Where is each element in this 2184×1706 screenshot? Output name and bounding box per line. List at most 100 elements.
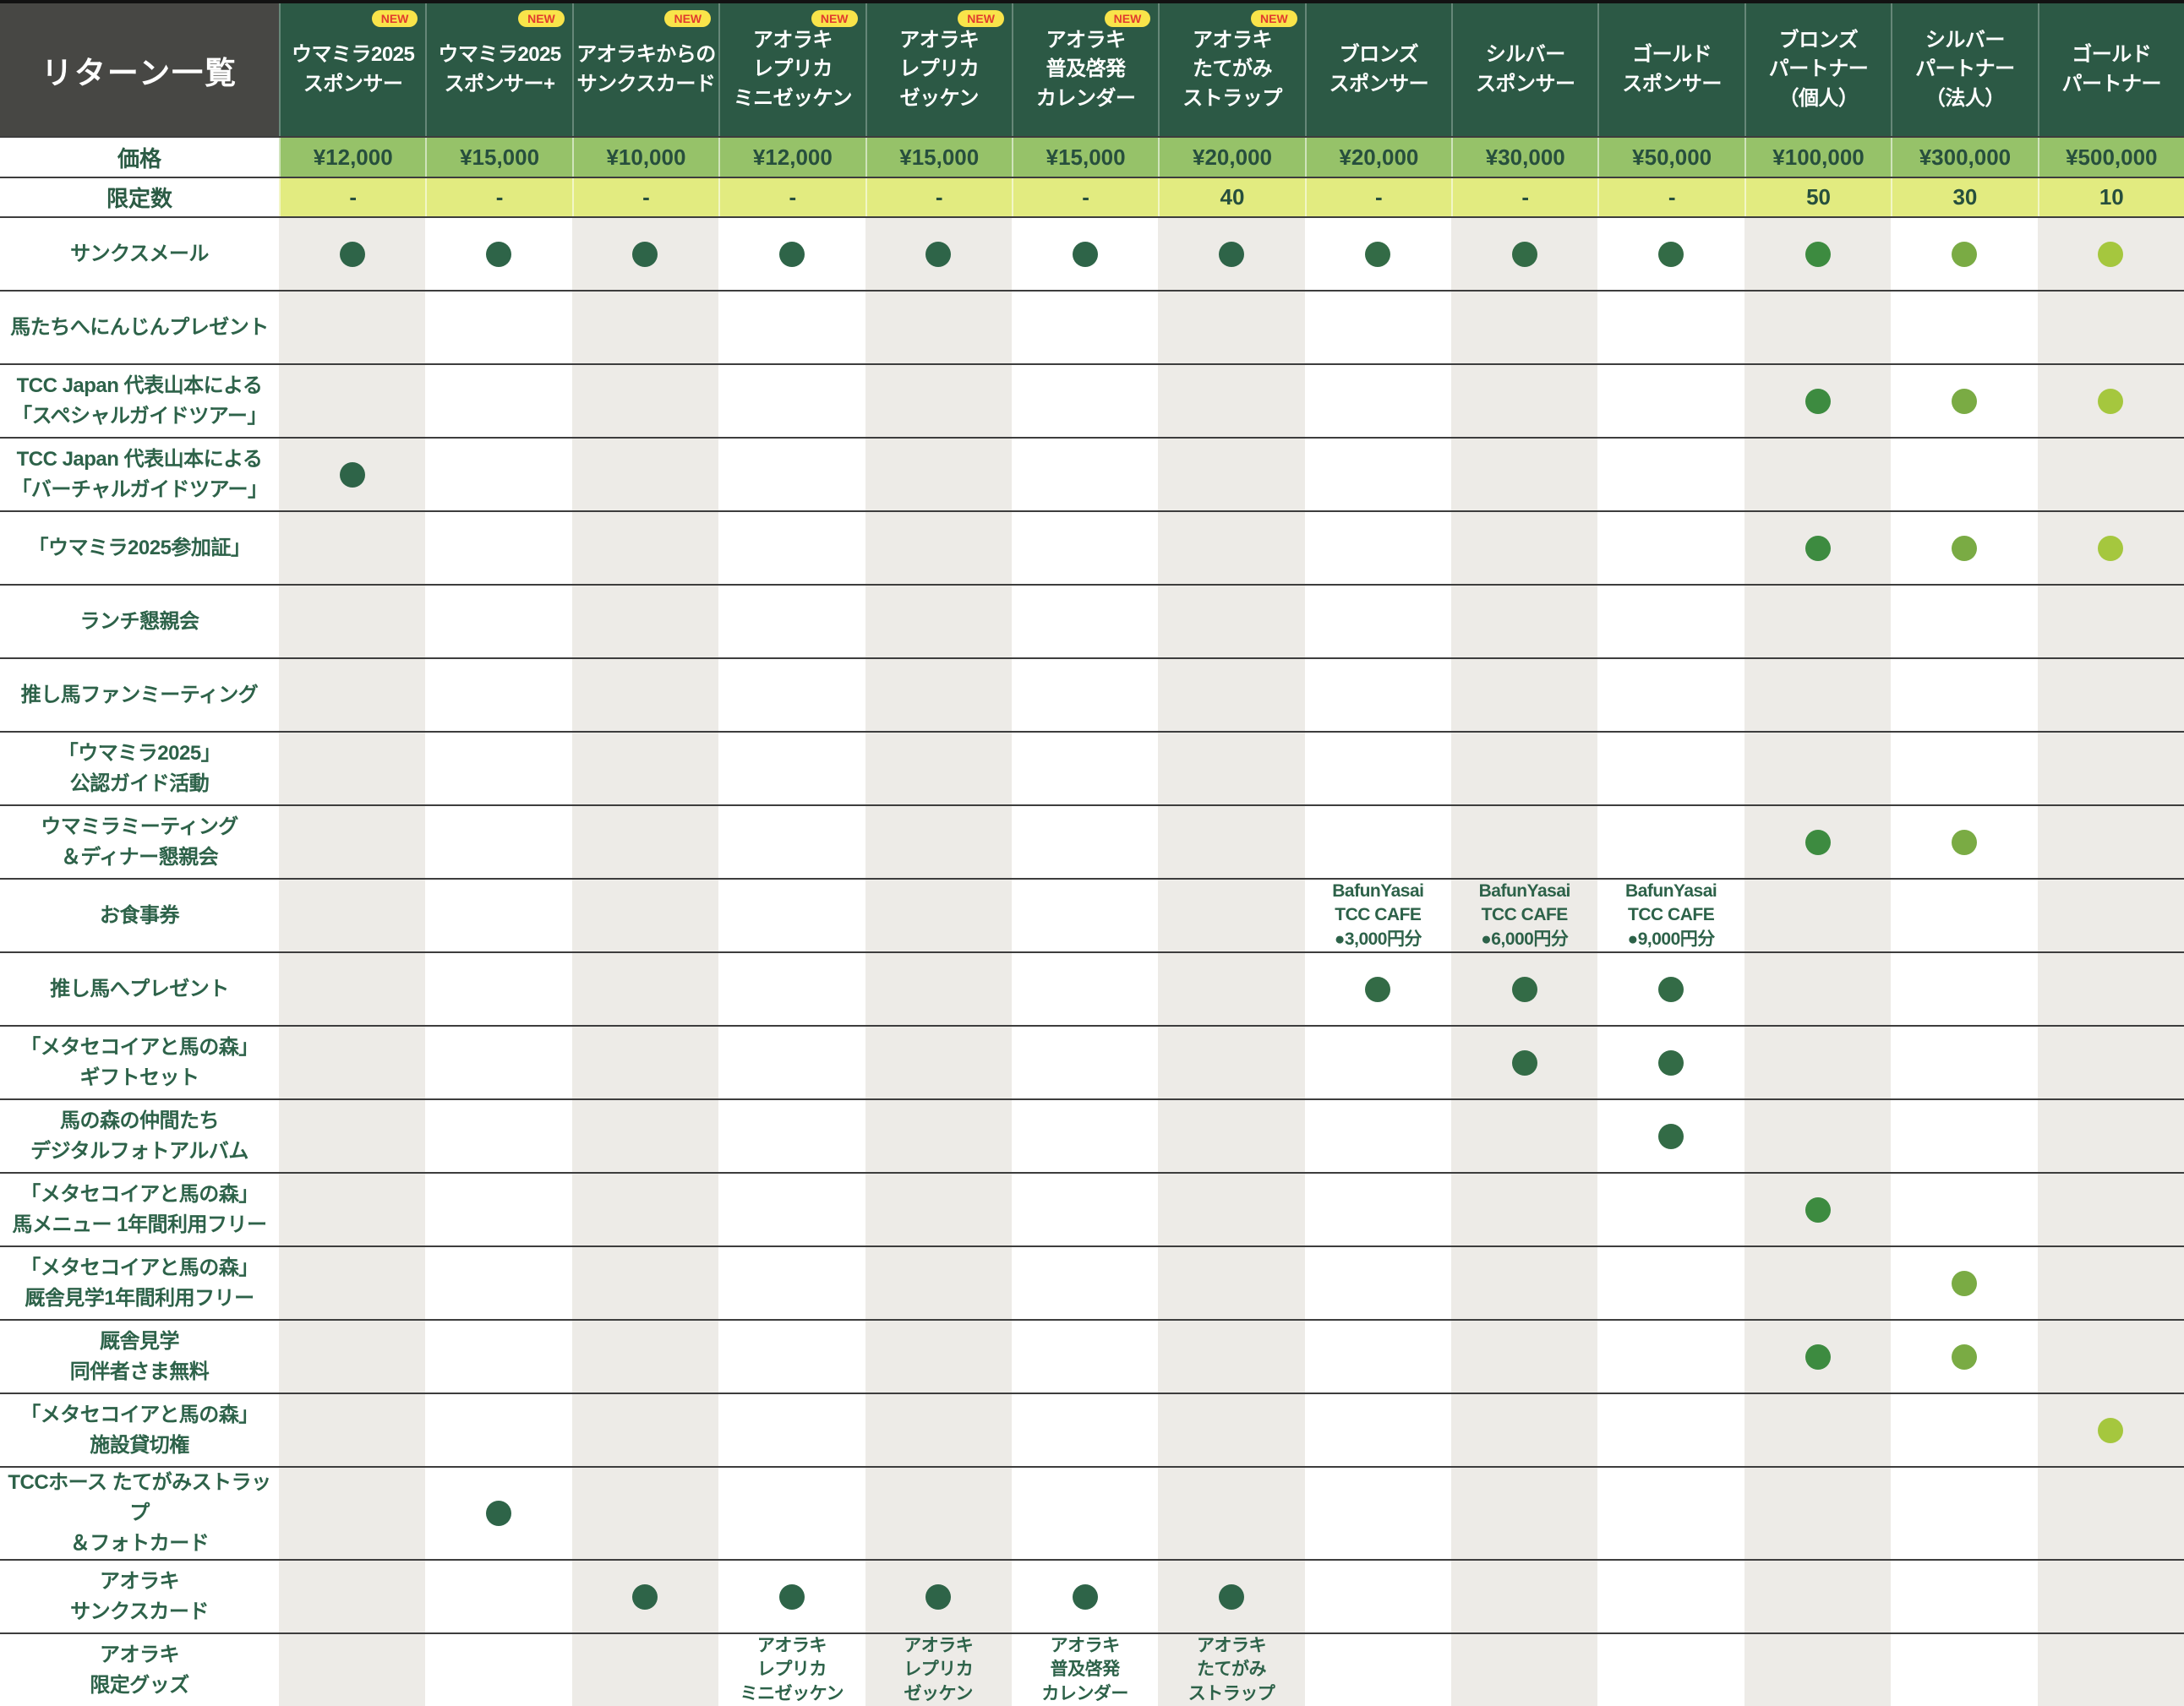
table-cell [425,1247,571,1319]
included-dot [1805,830,1831,855]
cell-text: アオラキ 普及啓発 カレンダー [1041,1634,1128,1706]
table-cell [1597,1174,1744,1245]
table-cell [1597,806,1744,878]
table-cell [2038,1561,2184,1632]
table-cell [2038,1394,2184,1466]
table-row: 推し馬へプレゼント [0,951,2184,1025]
included-dot [779,242,805,267]
table-cell [1891,292,2037,363]
table-cell [865,659,1012,731]
table-cell [572,1634,718,1706]
table-cell [865,1174,1012,1245]
table-cell [865,733,1012,804]
included-dot [1365,242,1390,267]
table-cell [1451,586,1597,657]
table-cell [2038,953,2184,1025]
table-cell [572,806,718,878]
included-dot [1365,977,1390,1002]
table-cell [279,1561,425,1632]
table-cell [865,1027,1012,1098]
table-row: ウマミラミーティング ＆ディナー懇親会 [0,804,2184,878]
table-cell [718,1247,865,1319]
table-cell [279,1394,425,1466]
column-header-label: ブロンズ スポンサー [1330,41,1429,98]
included-dot [925,1584,951,1610]
table-cell [1012,1027,1158,1098]
included-dot [340,462,365,488]
table-cell [718,1321,865,1393]
limit-value: - [572,178,718,216]
table-cell [2038,586,2184,657]
column-header-label: ゴールド スポンサー [1622,41,1722,98]
column-header-label: ウマミラ2025 スポンサー+ [438,41,560,98]
new-badge: NEW [958,10,1004,27]
price-value: ¥15,000 [425,138,571,177]
included-dot [1658,1050,1684,1076]
table-cell [1305,806,1451,878]
table-cell [1451,1174,1597,1245]
table-cell [865,880,1012,951]
table-cell: BafunYasai TCC CAFE ●6,000円分 [1451,880,1597,951]
table-cell [2038,880,2184,951]
table-cell [1305,1174,1451,1245]
table-cell [279,586,425,657]
table-cell [1744,1634,1891,1706]
column-header-13: ゴールド パートナー [2038,3,2184,136]
table-cell [1891,659,2037,731]
included-dot [1952,536,1977,561]
table-cell [1158,880,1304,951]
feature-label: ランチ懇親会 [0,586,279,657]
table-cell [1451,953,1597,1025]
feature-label: 「ウマミラ2025」 公認ガイド活動 [0,733,279,804]
table-cell [2038,659,2184,731]
included-dot [486,242,511,267]
limit-value: - [718,178,865,216]
table-cell [425,439,571,510]
table-cell [1451,1468,1597,1559]
table-cell [425,1561,571,1632]
table-cell [279,1468,425,1559]
table-row: 厩舎見学 同伴者さま無料 [0,1319,2184,1393]
included-dot [2098,536,2123,561]
included-dot [1805,536,1831,561]
table-row: サンクスメール [0,216,2184,290]
table-cell [572,659,718,731]
table-cell [1012,806,1158,878]
table-cell [1597,365,1744,437]
included-dot [1952,1271,1977,1296]
included-dot [486,1501,511,1526]
table-cell [1158,365,1304,437]
table-cell [1597,218,1744,290]
table-cell [279,806,425,878]
table-cell [572,1100,718,1172]
table-cell [1744,1247,1891,1319]
included-dot [925,242,951,267]
limit-value: 10 [2038,178,2184,216]
table-cell [1158,1394,1304,1466]
column-header-label: ゴールド パートナー [2062,41,2162,98]
feature-label: 「メタセコイアと馬の森」 ギフトセット [0,1027,279,1098]
table-cell [1744,806,1891,878]
table-title: リターン一覧 [0,3,279,136]
table-cell [718,953,865,1025]
table-cell [2038,439,2184,510]
table-cell [279,1634,425,1706]
table-cell [1451,365,1597,437]
table-row: 「ウマミラ2025」 公認ガイド活動 [0,731,2184,804]
table-cell [279,659,425,731]
table-cell [865,1247,1012,1319]
table-cell [572,1027,718,1098]
table-cell [1451,1394,1597,1466]
cell-text: アオラキ たてがみ ストラップ [1188,1634,1275,1706]
table-cell [1305,1561,1451,1632]
table-cell [1451,512,1597,584]
table-cell [425,1634,571,1706]
table-cell: BafunYasai TCC CAFE ●9,000円分 [1597,880,1744,951]
table-cell [1744,292,1891,363]
table-cell [718,439,865,510]
included-dot [1073,1584,1098,1610]
table-cell [1305,292,1451,363]
feature-label: TCC Japan 代表山本による 「スペシャルガイドツアー」 [0,365,279,437]
price-value: ¥500,000 [2038,138,2184,177]
table-cell [1891,1100,2037,1172]
